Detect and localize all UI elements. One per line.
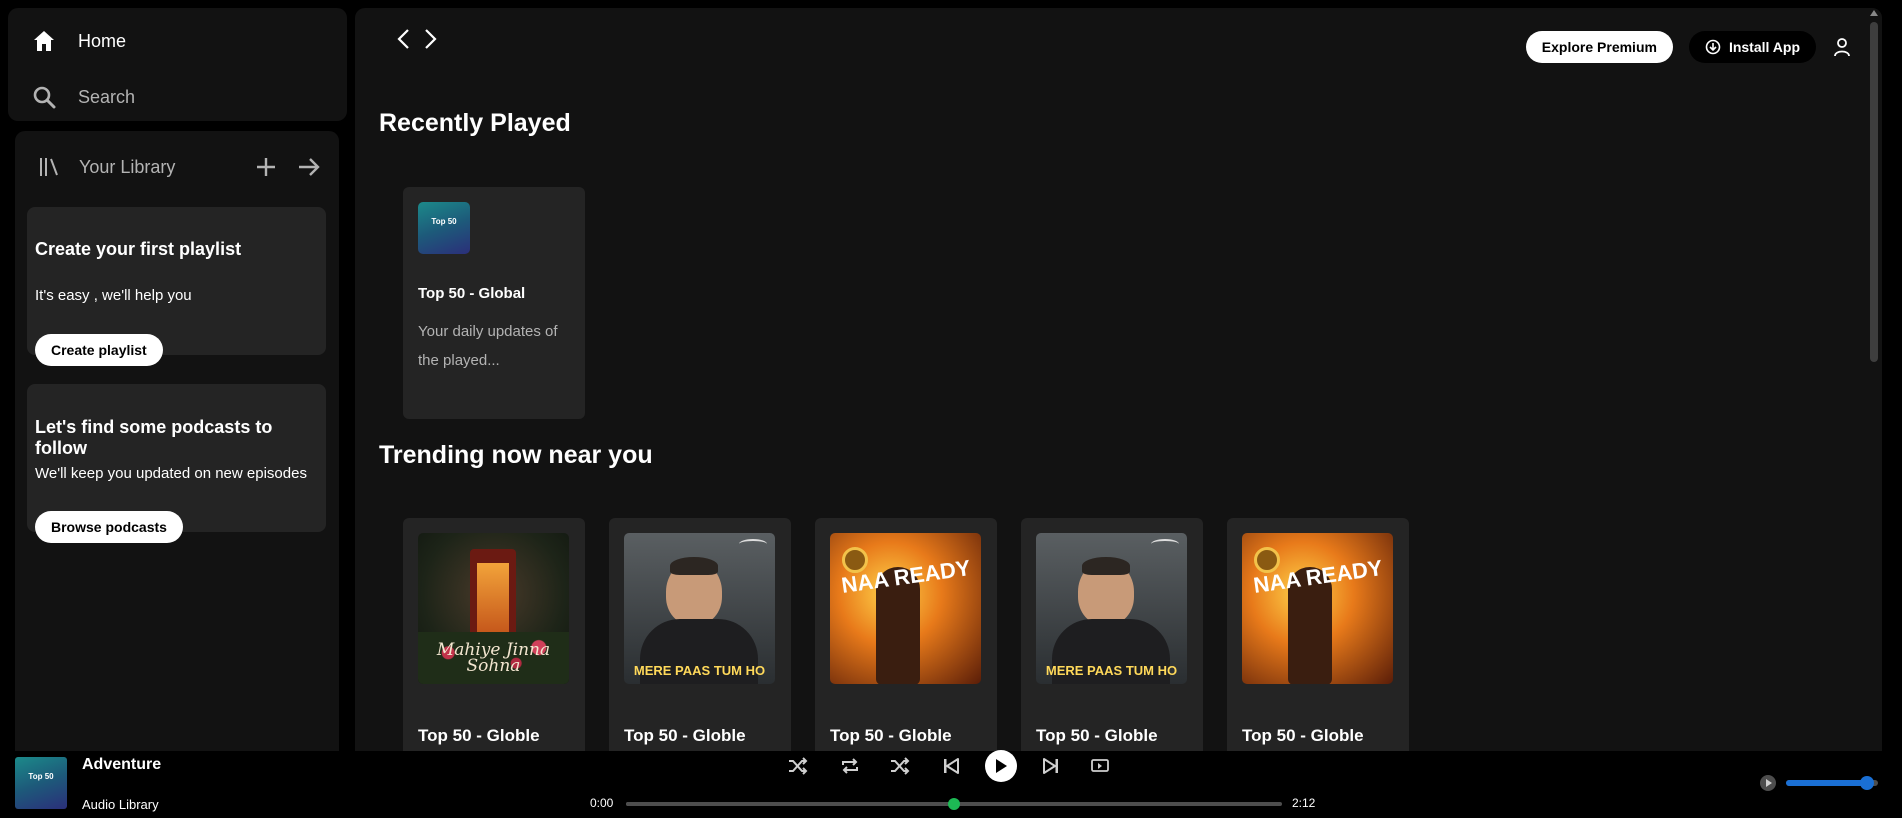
create-playlist-title: Create your first playlist <box>35 239 242 259</box>
recent-tile-description: Your daily updates of the played... <box>418 323 558 369</box>
recently-played-title: Recently Played <box>379 109 571 137</box>
now-playing-art[interactable]: Top 50 <box>15 757 67 809</box>
install-app-button[interactable]: Install App <box>1688 31 1816 63</box>
play-button[interactable] <box>985 750 1017 782</box>
top50-art-text: Top 50 <box>431 217 457 226</box>
create-playlist-button[interactable]: Create playlist <box>35 334 163 366</box>
trending-tile-title: Top 50 - Globle <box>418 726 540 745</box>
library-title[interactable]: Your Library <box>79 157 175 178</box>
now-playing-art-text: Top 50 <box>28 772 54 781</box>
trending-tile-art: NAA READY <box>830 533 981 684</box>
library-panel: Your Library Create your first playlist … <box>15 131 339 751</box>
trending-tile-title: Top 50 - Globle <box>1242 726 1364 745</box>
trending-tile-title: Top 50 - Globle <box>624 726 746 745</box>
trending-tile[interactable]: NAA READY Top 50 - Globle <box>1227 518 1409 751</box>
nav-home-label: Home <box>78 30 127 51</box>
trending-tile[interactable]: MERE PAAS TUM HO Top 50 - Globle <box>1021 518 1203 751</box>
volume-fill <box>1786 780 1867 786</box>
volume-icon[interactable] <box>1759 774 1777 792</box>
search-icon <box>32 85 56 109</box>
trending-tile[interactable]: MERE PAAS TUM HO Top 50 - Globle <box>609 518 791 751</box>
recent-tile-art: Top 50 <box>418 202 470 254</box>
browse-podcasts-button[interactable]: Browse podcasts <box>35 511 183 543</box>
header-actions: Explore Premium Install App <box>1525 31 1852 63</box>
nav-search-label: Search <box>78 86 136 107</box>
podcast-card: Let's find some podcasts to follow We'll… <box>27 384 326 543</box>
progress-bar[interactable] <box>626 798 1282 810</box>
chevron-left-icon[interactable] <box>395 28 411 50</box>
download-circle-icon <box>1705 39 1721 55</box>
podcast-card-title: Let's find some podcasts to follow <box>35 417 273 458</box>
now-playing-artist[interactable]: Audio Library <box>82 797 159 812</box>
volume-knob[interactable] <box>1859 776 1874 790</box>
now-playing-title[interactable]: Adventure <box>82 756 161 774</box>
nav-panel: Home Search <box>8 8 347 121</box>
recent-tile[interactable]: Top 50 Top 50 - Global Your daily update… <box>403 187 585 419</box>
trending-tile-art: MERE PAAS TUM HO <box>1036 533 1187 684</box>
trending-title: Trending now near you <box>379 441 653 469</box>
playback-controls <box>788 750 1110 782</box>
plus-icon[interactable] <box>255 156 277 178</box>
trending-art-text: MERE PAAS TUM HO <box>1045 663 1178 678</box>
progress-knob[interactable] <box>948 798 960 810</box>
arrow-right-icon[interactable] <box>297 156 321 178</box>
chevron-right-icon[interactable] <box>423 28 439 50</box>
queue-icon[interactable] <box>1090 757 1110 775</box>
trending-art-text: MERE PAAS TUM HO <box>633 663 766 678</box>
library-icon[interactable] <box>37 155 61 179</box>
skip-back-icon[interactable] <box>942 757 960 775</box>
skip-forward-icon[interactable] <box>1042 757 1060 775</box>
home-icon <box>32 29 56 53</box>
trending-tile-art: NAA READY <box>1242 533 1393 684</box>
trending-tile-art: Mahiye Jinna Sohna <box>418 533 569 684</box>
trending-art-text: Mahiye Jinna Sohna <box>436 640 551 676</box>
trending-tile[interactable]: NAA READY Top 50 - Globle <box>815 518 997 751</box>
repeat-icon[interactable] <box>840 757 860 775</box>
podcast-card-subtitle: We'll keep you updated on new episodes <box>35 465 307 482</box>
nav-home[interactable]: Home <box>32 29 126 53</box>
main-scrollbar[interactable] <box>1866 8 1882 751</box>
current-time: 0:00 <box>590 796 614 810</box>
app-root: Home Search Your Library Create your fir… <box>0 0 1902 818</box>
progress-fill <box>626 802 954 806</box>
library-header: Your Library <box>37 151 321 183</box>
volume-slider[interactable] <box>1786 776 1878 790</box>
shuffle-alt-icon[interactable] <box>890 757 910 775</box>
recent-tile-title: Top 50 - Global <box>418 285 526 302</box>
trending-tile-title: Top 50 - Globle <box>830 726 952 745</box>
nav-search[interactable]: Search <box>32 85 135 109</box>
explore-premium-button[interactable]: Explore Premium <box>1525 31 1673 63</box>
trending-tile-title: Top 50 - Globle <box>1036 726 1158 745</box>
install-app-label: Install App <box>1728 39 1800 55</box>
scroll-up-icon[interactable] <box>1870 10 1878 16</box>
trending-tile-art: MERE PAAS TUM HO <box>624 533 775 684</box>
user-icon[interactable] <box>1832 37 1852 57</box>
shuffle-icon[interactable] <box>788 757 808 775</box>
trending-tile[interactable]: Mahiye Jinna Sohna Top 50 - Globle <box>403 518 585 751</box>
create-playlist-card: Create your first playlist It's easy , w… <box>27 207 326 366</box>
scrollbar-thumb[interactable] <box>1870 22 1878 362</box>
create-playlist-subtitle: It's easy , we'll help you <box>35 287 192 304</box>
play-icon <box>996 759 1007 773</box>
total-time: 2:12 <box>1292 796 1316 810</box>
main-content: Explore Premium Install App Recently Pla… <box>355 8 1882 751</box>
history-nav <box>395 28 439 50</box>
